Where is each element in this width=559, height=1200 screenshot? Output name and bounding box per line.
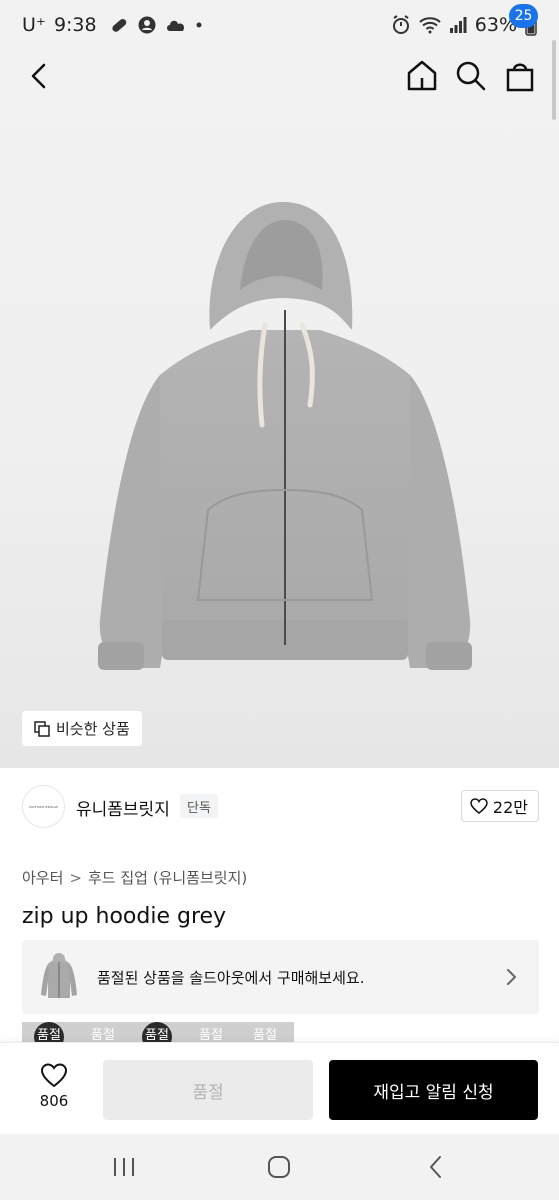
back-arrow-icon[interactable] xyxy=(24,60,56,92)
option-swatch[interactable]: 품절 xyxy=(184,1022,238,1044)
similar-products-button[interactable]: 비슷한 상품 xyxy=(22,711,142,746)
purchase-bar: 806 품절 재입고 알림 신청 xyxy=(0,1042,559,1134)
brand-like-count: 22만 xyxy=(492,798,528,817)
status-bar: U⁺ 9:38 63% xyxy=(0,0,559,50)
status-time: 9:38 xyxy=(53,14,97,36)
similar-items-icon xyxy=(34,720,50,737)
chevron-right-icon xyxy=(507,969,516,985)
option-swatch[interactable]: 품절 xyxy=(130,1022,184,1044)
signal-icon xyxy=(449,17,467,33)
search-icon[interactable] xyxy=(453,58,489,94)
wifi-icon xyxy=(419,17,441,34)
alarm-icon xyxy=(392,15,409,34)
option-swatch-strip: 품절 품절 품절 품절 품절 xyxy=(22,1022,294,1044)
heart-icon xyxy=(470,798,488,814)
breadcrumb-subcategory[interactable]: 후드 집업 (유니폼브릿지) xyxy=(88,867,247,888)
account-icon xyxy=(138,16,156,34)
pill-icon xyxy=(111,18,126,32)
option-swatch[interactable]: 품절 xyxy=(22,1022,76,1044)
carrier-label: U⁺ xyxy=(22,14,46,36)
top-navigation xyxy=(0,50,559,102)
breadcrumb-category[interactable]: 아우터 xyxy=(22,867,63,888)
back-nav-icon[interactable] xyxy=(426,1154,446,1180)
cloud-icon xyxy=(166,20,184,31)
brand-row: UNIFORM BRIDGE 유니폼브릿지 단독 22만 xyxy=(22,785,539,829)
swatch-soldout-label: 품절 xyxy=(253,1028,277,1043)
soldout-resale-banner[interactable]: 품절된 상품을 솔드아웃에서 구매해보세요. xyxy=(22,940,539,1014)
cart-icon[interactable] xyxy=(502,58,538,94)
home-icon[interactable] xyxy=(404,58,440,94)
exclusive-badge: 단독 xyxy=(180,794,218,818)
soldout-banner-text: 품절된 상품을 솔드아웃에서 구매해보세요. xyxy=(97,968,365,987)
product-image-hoodie xyxy=(98,201,472,670)
restock-alert-button[interactable]: 재입고 알림 신청 xyxy=(329,1060,538,1120)
brand-logo-text: UNIFORM BRIDGE xyxy=(28,804,59,809)
breadcrumb: 아우터 > 후드 집업 (유니폼브릿지) xyxy=(22,867,247,888)
dot-icon xyxy=(196,22,202,28)
home-nav-icon[interactable] xyxy=(266,1154,292,1180)
product-title: zip up hoodie grey xyxy=(22,904,227,929)
wishlist-count: 806 xyxy=(39,1092,69,1110)
breadcrumb-separator: > xyxy=(69,868,82,887)
brand-name[interactable]: 유니폼브릿지 xyxy=(76,795,170,820)
swatch-soldout-label: 품절 xyxy=(91,1028,115,1043)
option-swatch[interactable]: 품절 xyxy=(76,1022,130,1044)
heart-icon xyxy=(40,1063,68,1088)
scrollbar[interactable] xyxy=(552,40,556,120)
system-navigation-bar xyxy=(0,1134,559,1200)
recent-apps-icon[interactable] xyxy=(111,1156,137,1178)
brand-like-button[interactable]: 22만 xyxy=(460,790,539,822)
similar-products-label: 비슷한 상품 xyxy=(56,720,130,738)
option-swatch[interactable]: 품절 xyxy=(238,1022,292,1044)
wishlist-button[interactable]: 806 xyxy=(28,1063,80,1119)
cart-count-badge: 25 xyxy=(509,4,538,28)
swatch-soldout-label: 품절 xyxy=(145,1028,169,1043)
brand-logo[interactable]: UNIFORM BRIDGE xyxy=(22,785,65,828)
soldout-thumbnail xyxy=(36,950,82,1004)
swatch-soldout-label: 품절 xyxy=(37,1028,61,1043)
product-image-area[interactable]: 비슷한 상품 xyxy=(0,0,559,768)
soldout-button[interactable]: 품절 xyxy=(103,1060,313,1120)
swatch-soldout-label: 품절 xyxy=(199,1028,223,1043)
